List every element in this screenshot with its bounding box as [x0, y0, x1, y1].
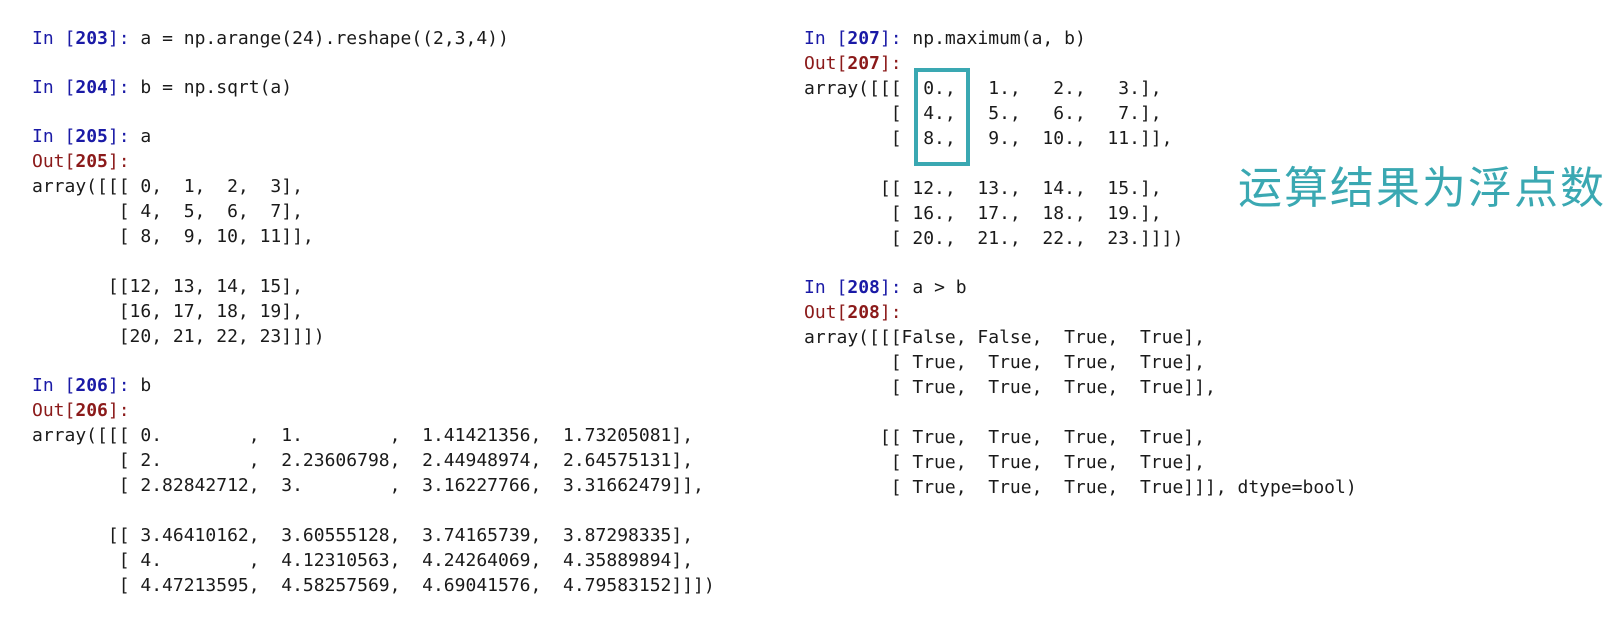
output-line: [ True, True, True, True],: [804, 452, 1205, 473]
output-line: [20, 21, 22, 23]]]): [32, 326, 325, 347]
prompt-bracket: [: [64, 126, 76, 147]
input-line[interactable]: In [208]: a > b: [804, 275, 1357, 300]
execution-count: 208: [847, 277, 880, 298]
execution-count: 204: [75, 77, 108, 98]
notebook-cell: In [207]: np.maximum(a, b) Out[207]: array…: [804, 26, 1357, 251]
output-line: [ 4.47213595, 4.58257569, 4.69041576, 4.…: [32, 575, 715, 596]
out-prompt: Out: [804, 302, 837, 323]
output-line: [ 4. , 4.12310563, 4.24264069, 4.3588989…: [32, 550, 694, 571]
in-prompt: In: [32, 126, 65, 147]
output-line: [ 4., 5., 6., 7.],: [804, 103, 1162, 124]
output-body: array([[[ 0, 1, 2, 3], [ 4, 5, 6, 7], [ …: [32, 174, 715, 349]
output-body: array([[[False, False, True, True], [ Tr…: [804, 325, 1357, 500]
output-body: array([[[ 0. , 1. , 1.41421356, 1.732050…: [32, 423, 715, 598]
prompt-bracket: [: [836, 28, 848, 49]
in-prompt: In: [804, 277, 837, 298]
prompt-bracket: ]:: [107, 126, 141, 147]
output-line: [ 8., 9., 10., 11.]],: [804, 128, 1173, 149]
prompt-bracket: ]:: [879, 277, 913, 298]
input-line[interactable]: In [205]: a: [32, 124, 715, 149]
output-line: array([[[ 0., 1., 2., 3.],: [804, 78, 1162, 99]
input-code[interactable]: b = np.sqrt(a): [140, 77, 292, 98]
output-line: [ 20., 21., 22., 23.]]]): [804, 228, 1184, 249]
out-prompt: Out: [32, 400, 65, 421]
cell-spacer: [804, 251, 1357, 275]
prompt-bracket: [: [836, 302, 848, 323]
cell-spacer: [32, 349, 715, 373]
prompt-bracket: [: [64, 375, 76, 396]
input-line[interactable]: In [203]: a = np.arange(24).reshape((2,3…: [32, 26, 715, 51]
output-line: array([[[ 0, 1, 2, 3],: [32, 176, 303, 197]
prompt-bracket: [: [836, 53, 848, 74]
highlight-box: [914, 68, 970, 166]
prompt-bracket: ]:: [879, 302, 902, 323]
notebook-cell: In [205]: a Out[205]: array([[[ 0, 1, 2, 3…: [32, 124, 715, 349]
execution-count: 207: [847, 28, 880, 49]
prompt-bracket: [: [64, 28, 76, 49]
output-count: 207: [847, 53, 880, 74]
prompt-bracket: ]:: [107, 375, 141, 396]
output-line: [ True, True, True, True],: [804, 352, 1205, 373]
prompt-bracket: ]:: [879, 53, 902, 74]
output-count: 205: [75, 151, 108, 172]
prompt-bracket: [: [64, 151, 76, 172]
input-line[interactable]: In [207]: np.maximum(a, b): [804, 26, 1357, 51]
cell-spacer: [32, 100, 715, 124]
prompt-bracket: ]:: [107, 400, 130, 421]
prompt-bracket: ]:: [107, 28, 141, 49]
in-prompt: In: [32, 28, 65, 49]
output-line: [[12, 13, 14, 15],: [32, 276, 303, 297]
input-code[interactable]: b: [140, 375, 151, 396]
output-line: [ 2.82842712, 3. , 3.16227766, 3.3166247…: [32, 475, 704, 496]
input-line[interactable]: In [204]: b = np.sqrt(a): [32, 75, 715, 100]
prompt-bracket: ]:: [879, 28, 913, 49]
notebook-cell: In [206]: b Out[206]: array([[[ 0. , 1. , …: [32, 373, 715, 598]
annotation-label: 运算结果为浮点数: [1238, 163, 1606, 214]
prompt-bracket: [: [836, 277, 848, 298]
output-line: [ 8, 9, 10, 11]],: [32, 226, 314, 247]
in-prompt: In: [804, 28, 837, 49]
notebook-cell: In [204]: b = np.sqrt(a): [32, 75, 715, 100]
output-prompt-line: Out[208]:: [804, 300, 1357, 325]
input-code[interactable]: a > b: [912, 277, 966, 298]
output-line: [ True, True, True, True]],: [804, 377, 1216, 398]
output-line: array([[[False, False, True, True],: [804, 327, 1205, 348]
out-prompt: Out: [32, 151, 65, 172]
output-line: [ True, True, True, True]]], dtype=bool): [804, 477, 1357, 498]
output-line: [ 2. , 2.23606798, 2.44948974, 2.6457513…: [32, 450, 694, 471]
output-count: 208: [847, 302, 880, 323]
prompt-bracket: ]:: [107, 151, 130, 172]
prompt-bracket: [: [64, 400, 76, 421]
execution-count: 203: [75, 28, 108, 49]
notebook-cell: In [203]: a = np.arange(24).reshape((2,3…: [32, 26, 715, 51]
notebook-left-column: In [203]: a = np.arange(24).reshape((2,3…: [32, 26, 715, 598]
notebook-right-column: In [207]: np.maximum(a, b) Out[207]: array…: [804, 26, 1357, 500]
cell-spacer: [32, 51, 715, 75]
output-line: [ 4, 5, 6, 7],: [32, 201, 303, 222]
notebook-cell: In [208]: a > b Out[208]: array([[[False, …: [804, 275, 1357, 500]
output-line: array([[[ 0. , 1. , 1.41421356, 1.732050…: [32, 425, 694, 446]
output-count: 206: [75, 400, 108, 421]
input-code[interactable]: a: [140, 126, 151, 147]
input-code[interactable]: np.maximum(a, b): [912, 28, 1085, 49]
out-prompt: Out: [804, 53, 837, 74]
input-line[interactable]: In [206]: b: [32, 373, 715, 398]
output-line: [[ True, True, True, True],: [804, 427, 1205, 448]
output-prompt-line: Out[206]:: [32, 398, 715, 423]
output-prompt-line: Out[207]:: [804, 51, 1357, 76]
prompt-bracket: [: [64, 77, 76, 98]
output-prompt-line: Out[205]:: [32, 149, 715, 174]
execution-count: 205: [75, 126, 108, 147]
execution-count: 206: [75, 375, 108, 396]
prompt-bracket: ]:: [107, 77, 141, 98]
output-line: [16, 17, 18, 19],: [32, 301, 303, 322]
output-line: [[ 3.46410162, 3.60555128, 3.74165739, 3…: [32, 525, 694, 546]
in-prompt: In: [32, 375, 65, 396]
in-prompt: In: [32, 77, 65, 98]
input-code[interactable]: a = np.arange(24).reshape((2,3,4)): [140, 28, 508, 49]
